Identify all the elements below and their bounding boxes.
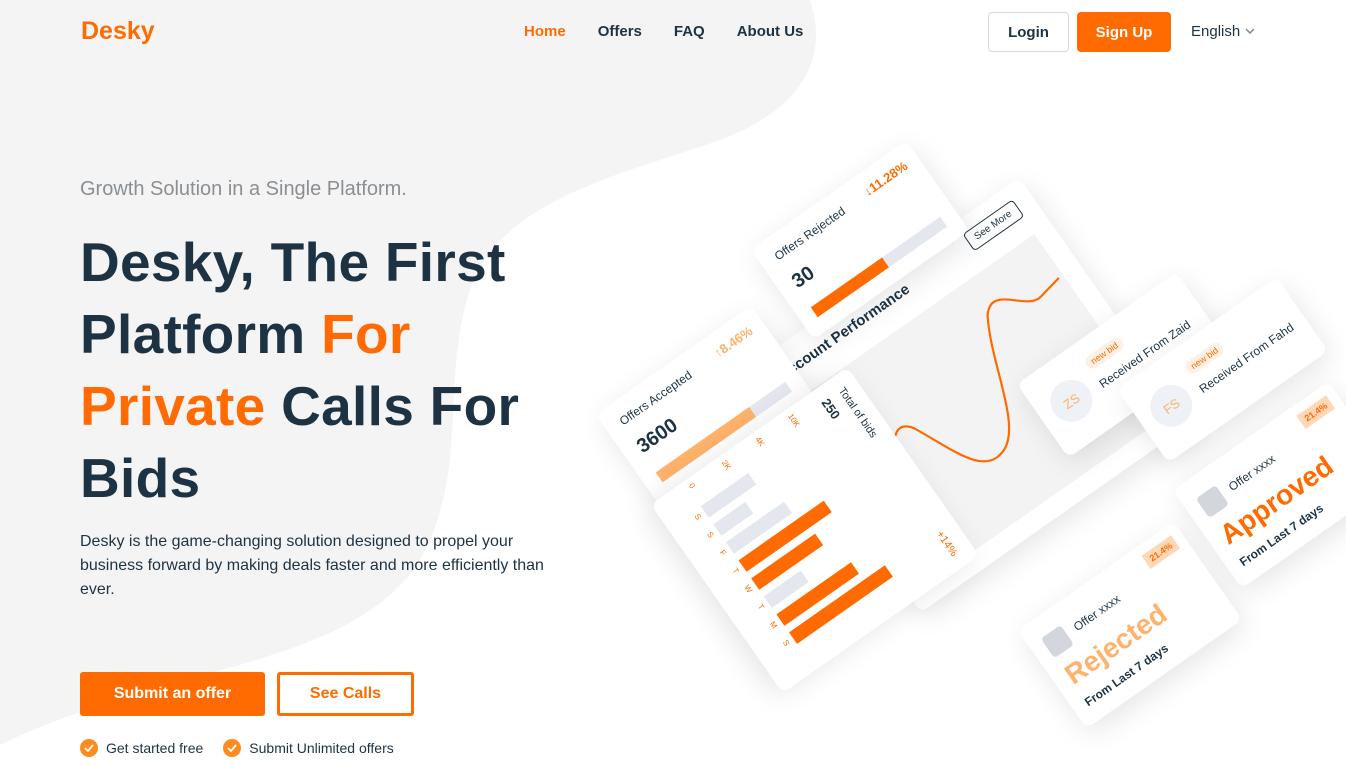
logo[interactable]: Desky [81,17,155,46]
tick-label: 0 [686,481,697,491]
hero-headline: Desky, The First Platform For Private Ca… [80,226,600,514]
tick-label: 2K [719,458,733,472]
headline-part-1: Desky, The First Platform [80,231,506,365]
see-more-button[interactable]: See More [962,199,1025,252]
see-calls-button[interactable]: See Calls [277,672,414,716]
avatar-initials: ZS [1060,389,1083,412]
headline-accent-1: For [321,303,411,365]
total-bids-change: +14% [933,528,960,559]
check-icon [80,739,98,757]
rejected-label: Offers Rejected [771,204,848,264]
nav-about-us[interactable]: About Us [737,23,804,40]
feature-item: Submit Unlimited offers [223,739,394,757]
chevron-down-icon [1245,28,1255,35]
feature-label: Get started free [106,740,204,756]
rejected-value: 30 [787,261,819,293]
accepted-label: Offers Accepted [616,367,695,429]
rejected-offer-card: Offer xxxx 21.4% Rejected From Last 7 da… [1017,521,1243,729]
rejected-change: ↓11.28% [860,158,911,200]
nav-home[interactable]: Home [524,23,566,40]
login-button[interactable]: Login [988,12,1069,52]
feature-item: Get started free [80,739,203,757]
tick-label: 4K [753,435,767,449]
dashboard-illustration: Account Performance See More Offers Reje… [570,90,1346,767]
accepted-change: ↑8.46% [711,323,756,361]
rejected-badge: 21.4% [1141,535,1181,569]
language-label: English [1191,23,1241,40]
tick-label: 10K [786,412,802,429]
total-bids-value: 250 [818,395,844,423]
headline-accent-2: Private [80,375,266,437]
submit-offer-button[interactable]: Submit an offer [80,672,265,716]
nav-faq[interactable]: FAQ [674,23,705,40]
feature-label: Submit Unlimited offers [249,740,394,756]
hero-subhead: Growth Solution in a Single Platform. [80,178,407,200]
feature-list: Get started free Submit Unlimited offers [80,739,394,757]
language-selector[interactable]: English [1191,23,1255,40]
avatar-initials: FS [1160,394,1183,417]
offer-thumbnail [1040,624,1075,659]
hero-description: Desky is the game-changing solution desi… [80,533,544,598]
avatar: FS [1142,376,1201,436]
avatar: ZS [1042,371,1101,431]
main-nav: Home Offers FAQ About Us [524,23,803,40]
check-icon [223,739,242,757]
signup-button[interactable]: Sign Up [1077,12,1171,52]
accepted-value: 3600 [632,414,682,458]
offer-thumbnail [1195,484,1230,519]
approved-badge: 21.4% [1296,395,1336,429]
nav-offers[interactable]: Offers [598,23,642,40]
